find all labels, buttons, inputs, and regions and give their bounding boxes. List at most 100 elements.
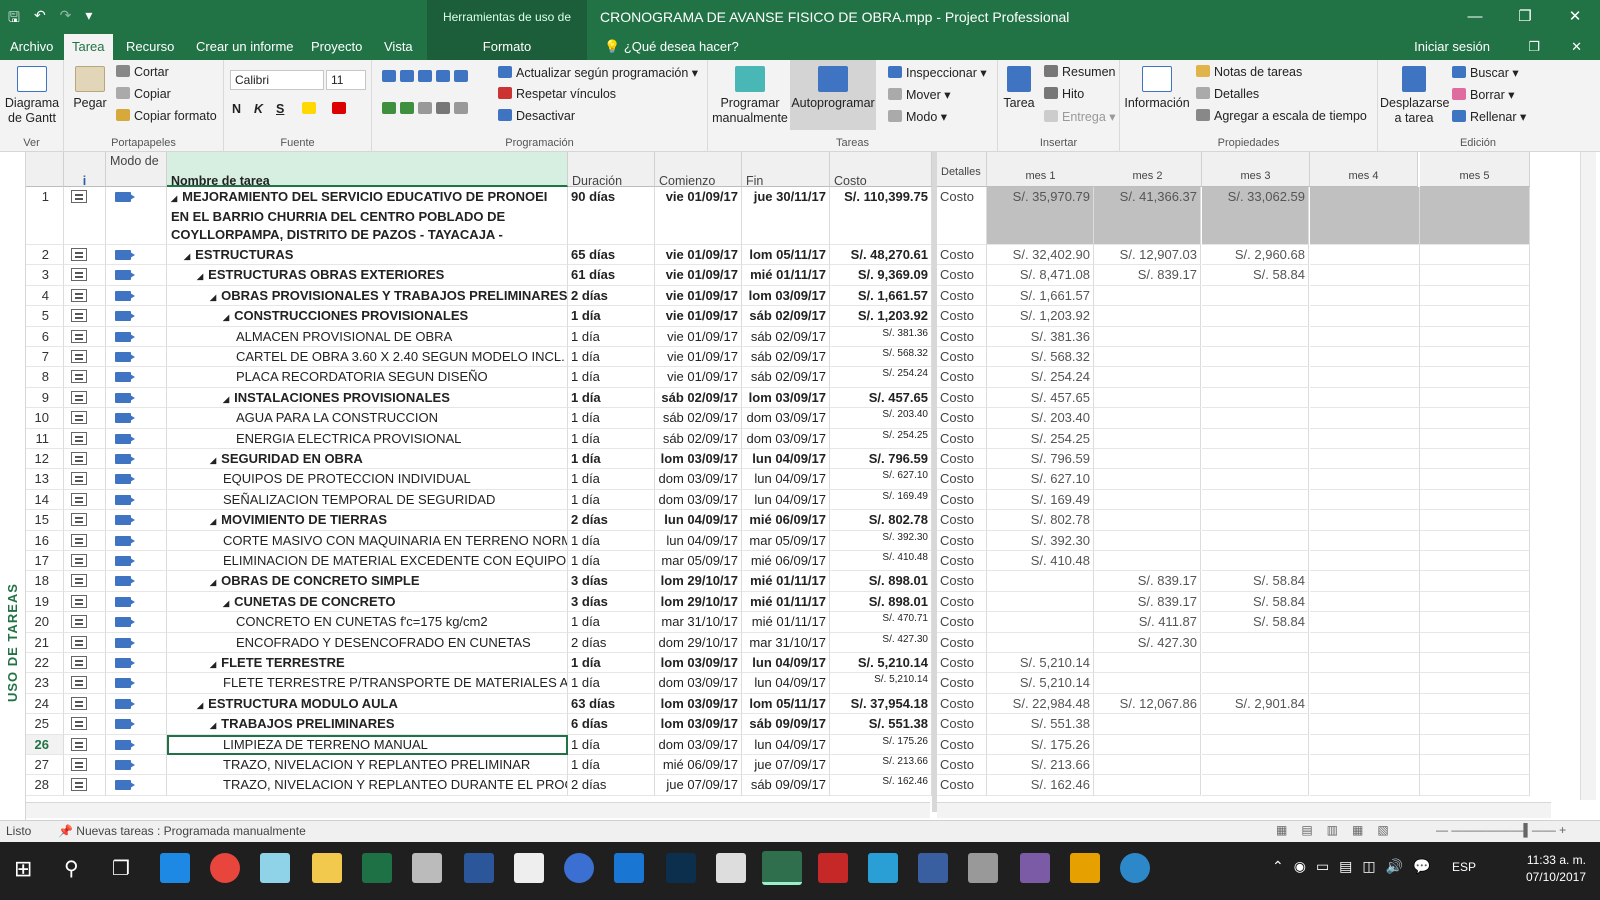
task-type-cell[interactable]	[64, 306, 106, 327]
month-cost-cell[interactable]	[1202, 530, 1309, 551]
month-cost-cell[interactable]	[1310, 408, 1420, 429]
duration-cell[interactable]: 1 día	[568, 367, 655, 388]
system-tray-icons[interactable]: ⌃◉▭▤◫🔊💬	[1272, 858, 1441, 875]
finish-cell[interactable]: lun 04/09/17	[742, 469, 830, 490]
task-mode-cell[interactable]	[106, 367, 167, 388]
excel-icon[interactable]	[362, 853, 392, 883]
month-cost-cell[interactable]	[1202, 408, 1309, 429]
month-cost-cell[interactable]	[1420, 673, 1530, 694]
month-cost-cell[interactable]	[1202, 449, 1309, 470]
task-name-cell[interactable]: TRAZO, NIVELACION Y REPLANTEO PRELIMINAR	[167, 755, 568, 776]
month-cost-cell[interactable]	[1202, 714, 1309, 735]
add-timeline-button[interactable]: Agregar a escala de tiempo	[1196, 109, 1367, 123]
duration-cell[interactable]: 1 día	[568, 428, 655, 449]
collapse-triangle-icon[interactable]: ◢	[184, 252, 190, 261]
task-mode-cell[interactable]	[106, 347, 167, 368]
task-mode-cell[interactable]	[106, 714, 167, 735]
start-cell[interactable]: vie 01/09/17	[655, 265, 742, 286]
month-cost-cell[interactable]	[1094, 489, 1201, 511]
month-cost-cell[interactable]	[1310, 245, 1420, 266]
task-mode-cell[interactable]	[106, 612, 167, 633]
month-cost-cell[interactable]	[987, 632, 1094, 653]
month-cost-cell[interactable]	[1202, 755, 1309, 776]
task-name-cell[interactable]: ◢ ESTRUCTURA MODULO AULA	[167, 693, 568, 715]
task-type-cell[interactable]	[64, 714, 106, 735]
finish-cell[interactable]: sáb 09/09/17	[742, 714, 830, 735]
font-color-button[interactable]	[332, 102, 350, 116]
cost-cell[interactable]: S/. 5,210.14	[830, 673, 932, 694]
start-cell[interactable]: sáb 02/09/17	[655, 408, 742, 429]
row-number[interactable]: 4	[26, 285, 64, 307]
project-taskbar-icon[interactable]	[762, 851, 802, 885]
duration-cell[interactable]: 1 día	[568, 469, 655, 490]
task-type-cell[interactable]	[64, 367, 106, 388]
start-cell[interactable]: vie 01/09/17	[655, 367, 742, 388]
month-cost-cell[interactable]	[1420, 734, 1530, 755]
month-cost-cell[interactable]	[1094, 326, 1201, 347]
cost-cell[interactable]: S/. 162.46	[830, 775, 932, 796]
task-name-cell[interactable]: SEÑALIZACION TEMPORAL DE SEGURIDAD	[167, 489, 568, 511]
cost-cell[interactable]: S/. 568.32	[830, 347, 932, 368]
month-cost-cell[interactable]	[1094, 673, 1201, 694]
row-number[interactable]: 13	[26, 469, 64, 490]
new-tasks-mode[interactable]: 📌 Nuevas tareas : Programada manualmente	[58, 824, 306, 838]
month-cost-cell[interactable]: S/. 2,960.68	[1202, 245, 1309, 266]
header-row-number[interactable]	[26, 152, 64, 187]
timephased-horizontal-scrollbar[interactable]	[937, 802, 1551, 818]
task-name-cell[interactable]: AGUA PARA LA CONSTRUCCION	[167, 408, 568, 429]
header-duracion[interactable]: Duración	[568, 152, 655, 187]
customize-toolbar-icon[interactable]: ▾	[85, 7, 92, 31]
details-button[interactable]: Detalles	[1196, 87, 1259, 101]
month-cost-cell[interactable]	[1420, 632, 1530, 653]
task-mode-cell[interactable]	[106, 734, 167, 755]
month-cost-cell[interactable]: S/. 627.10	[987, 469, 1094, 490]
task-type-cell[interactable]	[64, 653, 106, 674]
month-cost-cell[interactable]	[1202, 510, 1309, 531]
task-notes-button[interactable]: Notas de tareas	[1196, 65, 1302, 79]
cost-cell[interactable]: S/. 898.01	[830, 571, 932, 592]
paste-button[interactable]: Pegar	[70, 66, 110, 111]
tab-recurso[interactable]: Recurso	[118, 34, 182, 60]
month-cost-cell[interactable]	[1310, 489, 1420, 511]
start-cell[interactable]: dom 03/09/17	[655, 489, 742, 511]
underline-button[interactable]: S	[276, 102, 284, 116]
month-cost-cell[interactable]: S/. 839.17	[1094, 265, 1201, 286]
finish-cell[interactable]: dom 03/09/17	[742, 408, 830, 429]
month-cost-cell[interactable]: S/. 5,210.14	[987, 653, 1094, 674]
row-number[interactable]: 22	[26, 653, 64, 674]
cost-cell[interactable]: S/. 203.40	[830, 408, 932, 429]
header-nombre[interactable]: Nombre de tarea	[167, 152, 568, 187]
collapse-triangle-icon[interactable]: ◢	[197, 701, 203, 710]
task-name-cell[interactable]: ENERGIA ELECTRICA PROVISIONAL	[167, 428, 568, 449]
highlight-color-button[interactable]	[302, 102, 320, 116]
task-mode-cell[interactable]	[106, 265, 167, 286]
month-cost-cell[interactable]	[1094, 449, 1201, 470]
task-type-cell[interactable]	[64, 285, 106, 307]
task-type-cell[interactable]	[64, 387, 106, 409]
finish-cell[interactable]: sáb 02/09/17	[742, 367, 830, 388]
month-cost-cell[interactable]	[1420, 653, 1530, 674]
start-cell[interactable]: lun 04/09/17	[655, 530, 742, 551]
fill-button[interactable]: Rellenar ▾	[1452, 109, 1526, 124]
insert-task-button[interactable]: Tarea	[1000, 66, 1038, 111]
month-cost-cell[interactable]: S/. 33,062.59	[1202, 187, 1309, 245]
start-cell[interactable]: dom 29/10/17	[655, 632, 742, 653]
task-mode-cell[interactable]	[106, 632, 167, 653]
pane-divider[interactable]	[932, 152, 937, 812]
autocad-icon[interactable]	[818, 853, 848, 883]
gantt-view-button[interactable]: Diagrama de Gantt	[2, 66, 62, 126]
month-cost-cell[interactable]: S/. 410.48	[987, 551, 1094, 572]
month-cost-cell[interactable]	[1420, 367, 1530, 388]
task-name-cell[interactable]: TRAZO, NIVELACION Y REPLANTEO DURANTE EL…	[167, 775, 568, 796]
month-cost-cell[interactable]	[1420, 285, 1530, 307]
tab-formato[interactable]: Formato	[427, 34, 587, 60]
duration-cell[interactable]: 3 días	[568, 591, 655, 613]
close-button[interactable]: ✕	[1550, 0, 1600, 34]
cost-cell[interactable]: S/. 410.48	[830, 551, 932, 572]
month-cost-cell[interactable]: S/. 5,210.14	[987, 673, 1094, 694]
collapse-triangle-icon[interactable]: ◢	[197, 272, 203, 281]
month-cost-cell[interactable]: S/. 41,366.37	[1094, 187, 1201, 245]
month-cost-cell[interactable]	[1420, 591, 1530, 613]
task-mode-cell[interactable]	[106, 306, 167, 327]
task-type-cell[interactable]	[64, 187, 106, 245]
